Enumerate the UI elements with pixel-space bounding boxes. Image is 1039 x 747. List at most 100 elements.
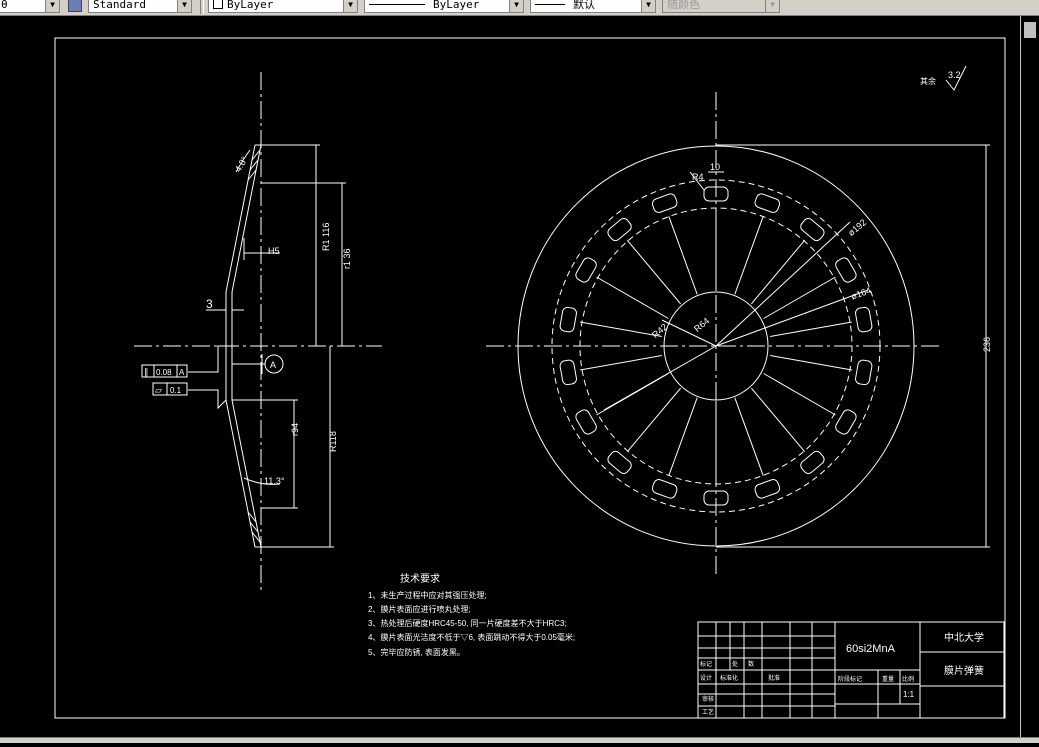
note-item: 3、热处理后硬度HRC45-50, 同一片硬度差不大于HRC3;	[368, 618, 567, 628]
linetype-combo[interactable]: ByLayer ▼	[364, 0, 524, 13]
radial-spoke	[763, 276, 836, 319]
angle-top-label: 4.8°	[233, 154, 250, 173]
drawing-border	[54, 37, 1006, 719]
d10-label: 10	[710, 162, 720, 172]
linetype-value: ByLayer	[433, 0, 480, 11]
properties-toolbar: θ ▼ Standard ▼ ByLayer ▼ ByLayer ▼ 默认 ▼ …	[0, 0, 1039, 16]
scrollbar-thumb[interactable]	[1024, 22, 1036, 38]
vertical-scrollbar[interactable]	[1020, 16, 1039, 738]
notes-title: 技术要求	[400, 572, 440, 585]
linetype-preview	[369, 4, 425, 5]
chevron-down-icon[interactable]: ▼	[509, 0, 523, 12]
radial-spoke	[580, 355, 662, 371]
slot-outline	[754, 193, 781, 213]
tol2-value: 0.1	[170, 386, 182, 395]
profile-view	[134, 72, 382, 592]
parallel-icon: ∥	[144, 367, 149, 377]
slot-outline	[800, 218, 825, 242]
note-item: 4、膜片表面光洁度不低于▽6, 表面跳动不得大于0.05毫米;	[368, 632, 575, 642]
radial-spoke	[750, 387, 806, 453]
radial-spoke	[580, 321, 662, 337]
part-name-label: 膜片弹簧	[944, 664, 984, 677]
tol1-value: 0.08	[156, 368, 172, 377]
stage-label: 阶段标记	[838, 675, 862, 683]
color-swatch-icon	[213, 0, 223, 9]
scale-value: 1:1	[903, 690, 915, 699]
r4-label: R4	[692, 172, 704, 182]
row2-label: 标准化	[720, 674, 738, 682]
r136-label: r1 36	[342, 248, 352, 269]
row1-label: 处	[732, 660, 738, 668]
radial-spoke	[668, 216, 698, 295]
chevron-down-icon[interactable]: ▼	[45, 0, 59, 12]
radial-spoke	[770, 321, 852, 337]
radial-spoke	[626, 239, 682, 305]
note-item: 2、膜片表面应进行喷丸处理;	[368, 604, 471, 614]
h5-label: H5	[268, 246, 280, 256]
d192-label: ø192	[846, 217, 868, 238]
chevron-down-icon[interactable]: ▼	[343, 0, 357, 12]
roughness-label: 其余	[920, 76, 936, 86]
radial-spoke	[668, 397, 698, 476]
school-label: 中北大学	[944, 631, 984, 644]
radial-spoke	[770, 355, 852, 371]
lineweight-combo[interactable]: 默认 ▼	[530, 0, 656, 13]
r64-label: R64	[692, 316, 711, 334]
weight-label: 重量	[882, 675, 894, 683]
layer-value: ByLayer	[227, 0, 274, 11]
material-label: 60si2MnA	[846, 643, 896, 655]
technical-notes: 技术要求 1、未生产过程中应对其强压处理; 2、膜片表面应进行喷丸处理; 3、热…	[368, 572, 575, 657]
title-block-text: 60si2MnA 中北大学 膜片弹簧 标记 处 数 设计 标准化 批准 阶段标记…	[700, 631, 984, 716]
angle-bottom-label: 11.3°	[264, 476, 285, 486]
slot-outline	[559, 359, 577, 386]
r94-label: r94	[290, 423, 300, 436]
process-label: 工艺	[702, 708, 714, 716]
slot-outline	[835, 257, 857, 283]
r116-label: R1 116	[321, 223, 331, 251]
slot-outline	[835, 409, 857, 435]
chevron-down-icon[interactable]: ▼	[641, 0, 655, 12]
text-style-value: Standard	[93, 0, 146, 11]
flatness-icon: ▱	[155, 385, 162, 395]
plan-labels: 236 R4 10 ø192 ø164 R64 R42	[650, 162, 992, 352]
roughness-symbol: 其余 3.2	[920, 65, 967, 91]
cad-drawing[interactable]: 4.8° H5 R1 116 r1 36 3 A ∥ 0.08 A ▱ 0.1 …	[0, 16, 1039, 742]
radial-spoke	[763, 373, 836, 416]
status-strip	[0, 737, 1039, 743]
row1-label: 数	[748, 660, 754, 668]
slot-outline	[607, 450, 632, 474]
radial-spoke	[734, 397, 764, 476]
d236-label: 236	[982, 337, 992, 352]
first-combo-value: θ	[1, 0, 8, 11]
lineweight-value: 默认	[573, 0, 595, 11]
slot-outline	[575, 409, 597, 435]
chevron-down-icon[interactable]: ▼	[177, 0, 191, 12]
lineweight-preview	[535, 4, 565, 5]
plotstyle-combo: 随颜色 ▼	[662, 0, 780, 13]
tol1-ref: A	[179, 368, 185, 377]
roughness-value: 3.2	[948, 70, 961, 80]
row2-label: 批准	[768, 674, 780, 682]
slot-outline	[559, 306, 577, 333]
radial-spoke	[596, 276, 669, 319]
slot-outline	[651, 193, 678, 213]
r42-label: R42	[650, 322, 669, 340]
toolbar-separator	[200, 0, 204, 14]
radial-spoke	[626, 387, 682, 453]
d164-label: ø164	[850, 285, 873, 301]
first-combo[interactable]: θ ▼	[0, 0, 60, 13]
plotstyle-value: 随颜色	[667, 0, 700, 11]
layer-combo[interactable]: ByLayer ▼	[208, 0, 358, 13]
note-item: 5、完毕应防锈, 表面发黑。	[368, 647, 465, 657]
audit-label: 审核	[702, 695, 714, 703]
slot-outline	[651, 479, 678, 499]
text-style-combo[interactable]: Standard ▼	[88, 0, 192, 13]
row1-label: 标记	[700, 660, 712, 668]
slot-outline	[800, 450, 825, 474]
radial-spoke	[734, 216, 764, 295]
slot-outline	[575, 257, 597, 283]
drawing-canvas[interactable]: 4.8° H5 R1 116 r1 36 3 A ∥ 0.08 A ▱ 0.1 …	[0, 16, 1039, 742]
text-style-icon[interactable]	[68, 0, 82, 12]
dim-3-label: 3	[206, 297, 213, 311]
slot-outline	[607, 218, 632, 242]
